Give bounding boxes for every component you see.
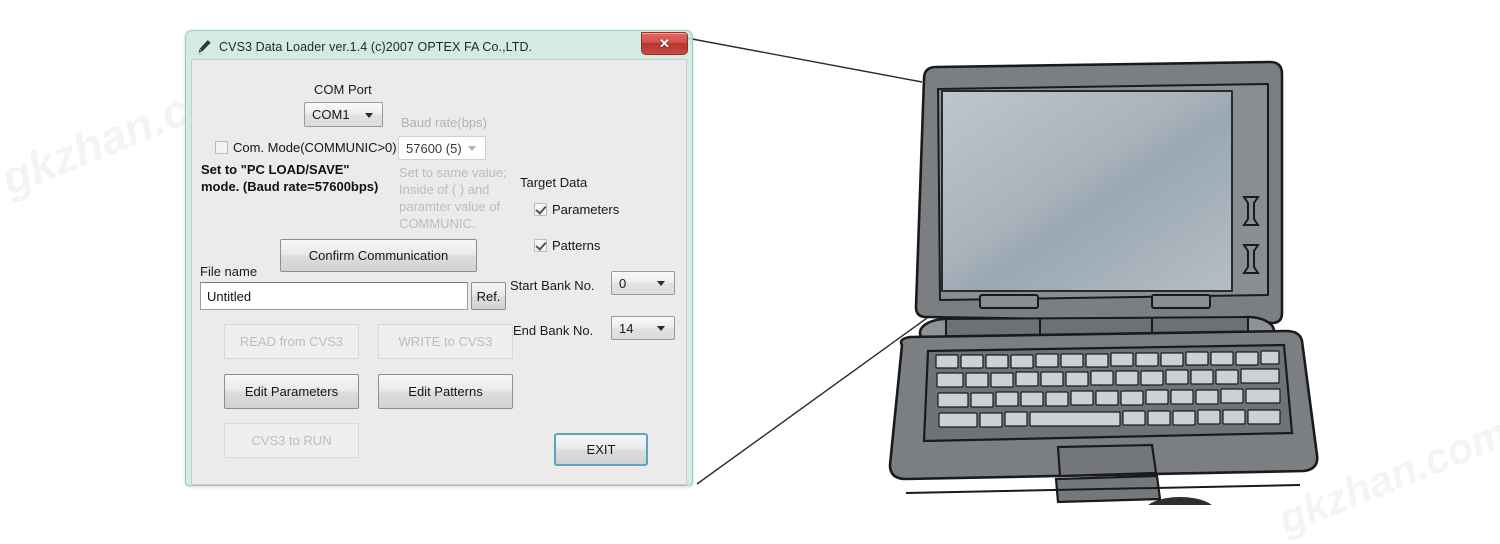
checkbox-box — [534, 203, 547, 216]
cvs3-to-run-label: CVS3 to RUN — [251, 433, 332, 448]
end-bank-label: End Bank No. — [513, 323, 594, 338]
start-bank-select[interactable]: 0 — [611, 271, 675, 295]
end-bank-select[interactable]: 14 — [611, 316, 675, 340]
ref-button[interactable]: Ref. — [471, 282, 506, 310]
confirm-communication-label: Confirm Communication — [308, 248, 449, 263]
file-name-input[interactable]: Untitled — [200, 282, 468, 310]
patterns-checkbox[interactable]: Patterns — [534, 238, 600, 253]
end-bank-value: 14 — [619, 320, 634, 336]
parameters-checkbox[interactable]: Parameters — [534, 202, 619, 217]
target-data-label: Target Data — [520, 175, 588, 190]
start-bank-value: 0 — [619, 275, 627, 291]
chevron-down-icon — [657, 326, 665, 331]
com-port-select[interactable]: COM1 — [304, 102, 383, 127]
exit-button[interactable]: EXIT — [554, 433, 648, 466]
baud-rate-value: 57600 (5) — [406, 140, 462, 156]
com-port-value: COM1 — [312, 107, 350, 122]
window-titlebar: CVS3 Data Loader ver.1.4 (c)2007 OPTEX F… — [191, 32, 688, 59]
edit-patterns-label: Edit Patterns — [408, 384, 483, 399]
edit-parameters-label: Edit Parameters — [244, 384, 339, 399]
com-port-label: COM Port — [314, 82, 372, 97]
confirm-communication-button[interactable]: Confirm Communication — [280, 239, 477, 272]
patterns-label: Patterns — [552, 238, 601, 253]
checkbox-box — [215, 141, 228, 154]
cvs3-to-run-button[interactable]: CVS3 to RUN — [224, 423, 359, 458]
pen-icon — [196, 39, 212, 55]
cvs3-data-loader-window: CVS3 Data Loader ver.1.4 (c)2007 OPTEX F… — [185, 30, 693, 486]
baud-rate-select[interactable]: 57600 (5) — [398, 136, 486, 160]
read-from-cvs3-label: READ from CVS3 — [239, 334, 344, 349]
baud-rate-help-text: Set to same value; Inside of ( ) and par… — [399, 165, 507, 231]
com-mode-help-text: Set to "PC LOAD/SAVE" mode. (Baud rate=5… — [201, 162, 379, 194]
write-to-cvs3-button[interactable]: WRITE to CVS3 — [378, 324, 513, 359]
baud-rate-label: Baud rate(bps) — [401, 115, 487, 130]
chevron-down-icon — [657, 281, 665, 286]
com-mode-label: Com. Mode(COMMUNIC>0) — [233, 140, 397, 155]
window-client-area: COM Port COM1 Baud rate(bps) 57600 (5) S… — [191, 59, 687, 485]
close-icon: ✕ — [659, 36, 670, 51]
parameters-label: Parameters — [552, 202, 620, 217]
close-button[interactable]: ✕ — [641, 32, 688, 55]
write-to-cvs3-label: WRITE to CVS3 — [398, 334, 493, 349]
exit-label: EXIT — [586, 442, 616, 457]
ref-label: Ref. — [476, 288, 501, 304]
file-name-value: Untitled — [207, 288, 252, 304]
edit-parameters-button[interactable]: Edit Parameters — [224, 374, 359, 409]
checkbox-box — [534, 239, 547, 252]
file-name-label: File name — [200, 264, 258, 279]
chevron-down-icon — [365, 112, 373, 118]
chevron-down-icon — [468, 146, 476, 151]
com-mode-checkbox[interactable]: Com. Mode(COMMUNIC>0) — [215, 140, 397, 155]
window-title: CVS3 Data Loader ver.1.4 (c)2007 OPTEX F… — [219, 40, 533, 54]
laptop-illustration — [880, 55, 1325, 527]
start-bank-label: Start Bank No. — [510, 278, 595, 293]
edit-patterns-button[interactable]: Edit Patterns — [378, 374, 513, 409]
read-from-cvs3-button[interactable]: READ from CVS3 — [224, 324, 359, 359]
